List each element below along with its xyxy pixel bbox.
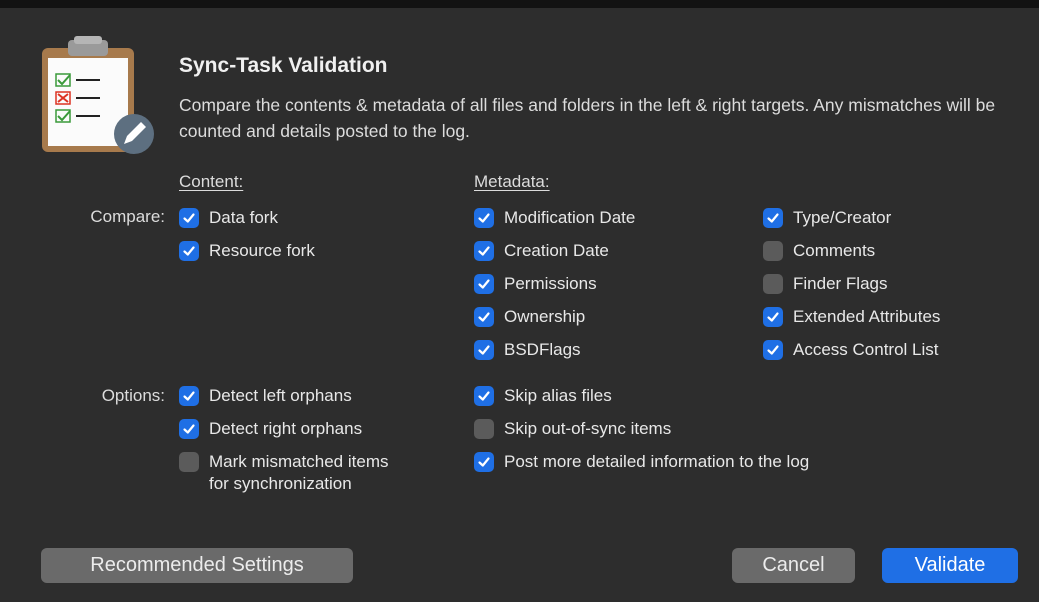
dialog-description: Compare the contents & metadata of all f… (179, 95, 996, 141)
checkmark-icon[interactable] (474, 241, 494, 261)
checkbox-label: Resource fork (209, 241, 315, 260)
checkmark-icon[interactable] (474, 307, 494, 327)
checkbox-type-creator[interactable]: Type/Creator (763, 207, 891, 229)
dialog-title: Sync-Task Validation (179, 54, 388, 77)
checkbox-data-fork[interactable]: Data fork (179, 207, 278, 229)
metadata-header: Metadata: (474, 172, 550, 191)
checkmark-icon[interactable] (474, 274, 494, 294)
checkmark-icon[interactable] (763, 340, 783, 360)
checkbox-permissions[interactable]: Permissions (474, 273, 597, 295)
checkbox-creation-date[interactable]: Creation Date (474, 240, 609, 262)
checkmark-icon[interactable] (763, 208, 783, 228)
validate-button[interactable]: Validate (882, 548, 1018, 583)
content-header: Content: (179, 172, 244, 191)
checkbox-label: Detect right orphans (209, 419, 363, 438)
checkbox-label: Modification Date (504, 208, 636, 227)
empty-checkbox-icon[interactable] (763, 274, 783, 294)
checkbox-resource-fork[interactable]: Resource fork (179, 240, 315, 262)
checkmark-icon[interactable] (179, 419, 199, 439)
checkmark-icon[interactable] (179, 241, 199, 261)
recommended-settings-button[interactable]: Recommended Settings (41, 548, 353, 583)
checkbox-finder-flags[interactable]: Finder Flags (763, 273, 887, 295)
empty-checkbox-icon[interactable] (179, 452, 199, 472)
checkbox-label: Skip alias files (504, 386, 612, 405)
checkbox-label: Type/Creator (793, 208, 892, 227)
checkbox-access-control-list[interactable]: Access Control List (763, 339, 939, 361)
empty-checkbox-icon[interactable] (763, 241, 783, 261)
checkmark-icon[interactable] (474, 340, 494, 360)
checkbox-label: Permissions (504, 274, 597, 293)
window-top-edge (0, 0, 1039, 8)
checkbox-ownership[interactable]: Ownership (474, 306, 585, 328)
checkbox-comments[interactable]: Comments (763, 240, 875, 262)
clipboard-checklist-icon (38, 34, 158, 164)
checkmark-icon[interactable] (474, 386, 494, 406)
checkbox-bsdflags[interactable]: BSDFlags (474, 339, 581, 361)
checkbox-label: BSDFlags (504, 340, 581, 359)
checkbox-label: Data fork (209, 208, 278, 227)
checkbox-modification-date[interactable]: Modification Date (474, 207, 635, 229)
checkbox-label: Skip out-of-sync items (504, 419, 672, 438)
checkbox-label: Finder Flags (793, 274, 888, 293)
cancel-button[interactable]: Cancel (732, 548, 855, 583)
checkmark-icon[interactable] (763, 307, 783, 327)
compare-label: Compare: (90, 207, 165, 226)
checkmark-icon[interactable] (474, 208, 494, 228)
checkmark-icon[interactable] (179, 386, 199, 406)
checkbox-mark-mismatched-items-for-synchronization[interactable]: Mark mismatched items for synchronizatio… (179, 451, 388, 495)
checkbox-label: Ownership (504, 307, 586, 326)
checkbox-post-more-detailed-information-to-the-log[interactable]: Post more detailed information to the lo… (474, 451, 809, 473)
checkmark-icon[interactable] (474, 452, 494, 472)
checkbox-label: Access Control List (793, 340, 939, 359)
checkbox-label: Mark mismatched items for synchronizatio… (209, 452, 389, 493)
empty-checkbox-icon[interactable] (474, 419, 494, 439)
checkbox-label: Post more detailed information to the lo… (504, 452, 810, 471)
checkbox-skip-out-of-sync-items[interactable]: Skip out-of-sync items (474, 418, 671, 440)
checkbox-detect-left-orphans[interactable]: Detect left orphans (179, 385, 352, 407)
options-label: Options: (101, 386, 165, 405)
checkbox-label: Comments (793, 241, 876, 260)
checkmark-icon[interactable] (179, 208, 199, 228)
checkbox-extended-attributes[interactable]: Extended Attributes (763, 306, 940, 328)
checkbox-label: Detect left orphans (209, 386, 352, 405)
checkbox-detect-right-orphans[interactable]: Detect right orphans (179, 418, 362, 440)
checkbox-skip-alias-files[interactable]: Skip alias files (474, 385, 612, 407)
checkbox-label: Extended Attributes (793, 307, 941, 326)
checkbox-label: Creation Date (504, 241, 609, 260)
